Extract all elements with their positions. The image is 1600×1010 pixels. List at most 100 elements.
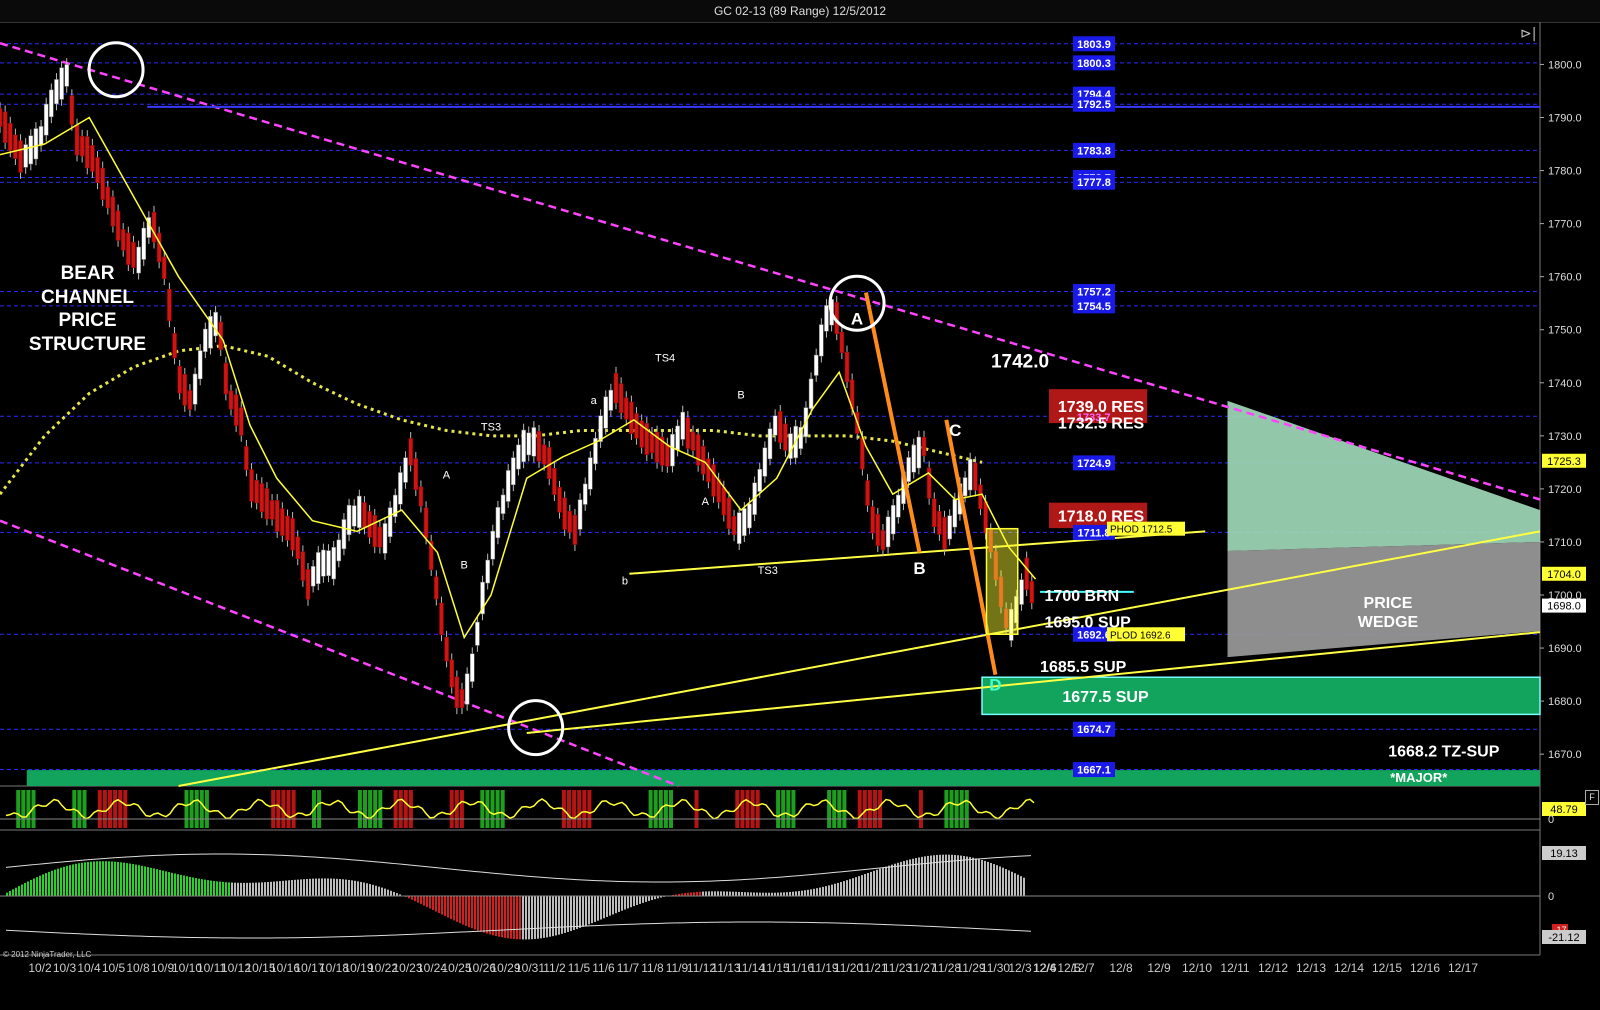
price-bar [885, 516, 891, 548]
osc-bar [796, 790, 801, 828]
osc-bar [21, 790, 26, 828]
osc-bar [347, 790, 352, 828]
trendline-wedge-support-1 [178, 530, 1541, 787]
level-label-3: 1792.5 [1077, 99, 1111, 111]
osc-bar [878, 790, 883, 828]
hist-bar [540, 896, 542, 939]
hist-bar [87, 861, 89, 896]
osc-bar [597, 790, 602, 828]
osc-bar [776, 790, 781, 828]
hist-bar [375, 885, 377, 896]
osc-bar [174, 790, 179, 828]
hist-bar [645, 896, 647, 902]
hist-bar [12, 889, 14, 896]
osc-bar [720, 790, 724, 828]
price-bar [259, 483, 265, 512]
osc-bar [883, 790, 888, 828]
osc-bar [949, 790, 954, 828]
hist-bar [84, 862, 86, 896]
chart-svg[interactable]: 1739.0 RES1733.71718.0 RES1677.5 SUP1668… [0, 0, 1600, 1010]
hist-bar [105, 861, 107, 896]
chart-label-10: B [461, 559, 468, 571]
hist-bar [900, 861, 902, 896]
zone-label-tz-sup-1668: 1668.2 TZ-SUP [1388, 743, 1499, 760]
hist-bar [756, 892, 758, 896]
price-bar [906, 457, 911, 482]
price-bar [167, 288, 172, 322]
price-bar [1024, 557, 1029, 590]
hist-bar [213, 880, 215, 896]
hist-bar [585, 896, 587, 926]
osc-bar [847, 790, 852, 828]
osc-bar [811, 790, 816, 828]
hist-bar [360, 881, 362, 896]
price-bar [649, 433, 655, 454]
hist-bar [423, 896, 425, 906]
hist-bar [273, 881, 275, 896]
price-bar [413, 458, 419, 490]
osc-bar [781, 790, 786, 828]
osc-bar [995, 790, 1000, 828]
hist-bar [642, 896, 644, 903]
hist-bar [456, 896, 458, 922]
y-tick-label-0: 1800.0 [1548, 59, 1582, 71]
osc-bar [296, 790, 301, 828]
hist-bar [591, 896, 593, 924]
osc-bar [215, 790, 220, 828]
price-bar [772, 415, 778, 436]
bear-line-3: PRICE [58, 310, 117, 331]
chart-label-7: a [591, 395, 598, 407]
price-bar [598, 415, 603, 442]
osc-bar [526, 790, 531, 828]
price-bar [685, 417, 691, 449]
price-bar [670, 434, 675, 467]
hist-bar [753, 892, 755, 896]
hist-bar [150, 867, 152, 896]
oscillator-bars [6, 790, 1025, 828]
hist-bar [435, 896, 437, 912]
price-bar [459, 689, 465, 708]
hist-bar [834, 883, 836, 896]
osc-bar [816, 790, 821, 828]
hist-bar [960, 855, 962, 896]
price-bar [105, 186, 111, 209]
hist-bar [177, 874, 179, 896]
hist-bar [333, 878, 335, 896]
hist-bar [126, 863, 128, 896]
hist-bar [921, 856, 923, 896]
osc-bar [740, 790, 745, 828]
panel-toggle-button[interactable]: F [1585, 790, 1599, 805]
price-bar [49, 89, 54, 118]
osc-bar [822, 790, 826, 828]
price-bar [736, 512, 742, 544]
hist-bar [189, 876, 191, 896]
osc-bar [220, 790, 225, 828]
hist-bar [825, 886, 827, 896]
hist-bar [366, 883, 368, 896]
price-bar [172, 333, 177, 359]
price-bar [434, 576, 439, 600]
hist-bar [930, 855, 932, 896]
price-bar [90, 145, 95, 172]
x-tick-label-20: 10/31 [515, 961, 545, 975]
hist-bar [957, 855, 959, 896]
level-label-9: 1724.9 [1077, 458, 1111, 470]
hist-bar [699, 891, 701, 896]
hist-bar [783, 892, 785, 896]
price-bar [192, 373, 198, 405]
hist-bar [636, 896, 638, 905]
hist-bar [351, 880, 353, 896]
osc-bar [92, 790, 97, 828]
price-bar [362, 502, 367, 529]
level-label-1: 1800.3 [1077, 58, 1111, 70]
price-bar [331, 547, 336, 580]
osc-bar [771, 790, 775, 828]
osc-bar [852, 790, 857, 828]
hist-bar [588, 896, 590, 925]
osc-bar [556, 790, 561, 828]
hist-bar [606, 896, 608, 917]
osc-bar [888, 790, 893, 828]
hist-bar [615, 896, 617, 914]
hist-bar [822, 886, 824, 896]
price-flag-2: 1698.0 [1547, 601, 1581, 613]
